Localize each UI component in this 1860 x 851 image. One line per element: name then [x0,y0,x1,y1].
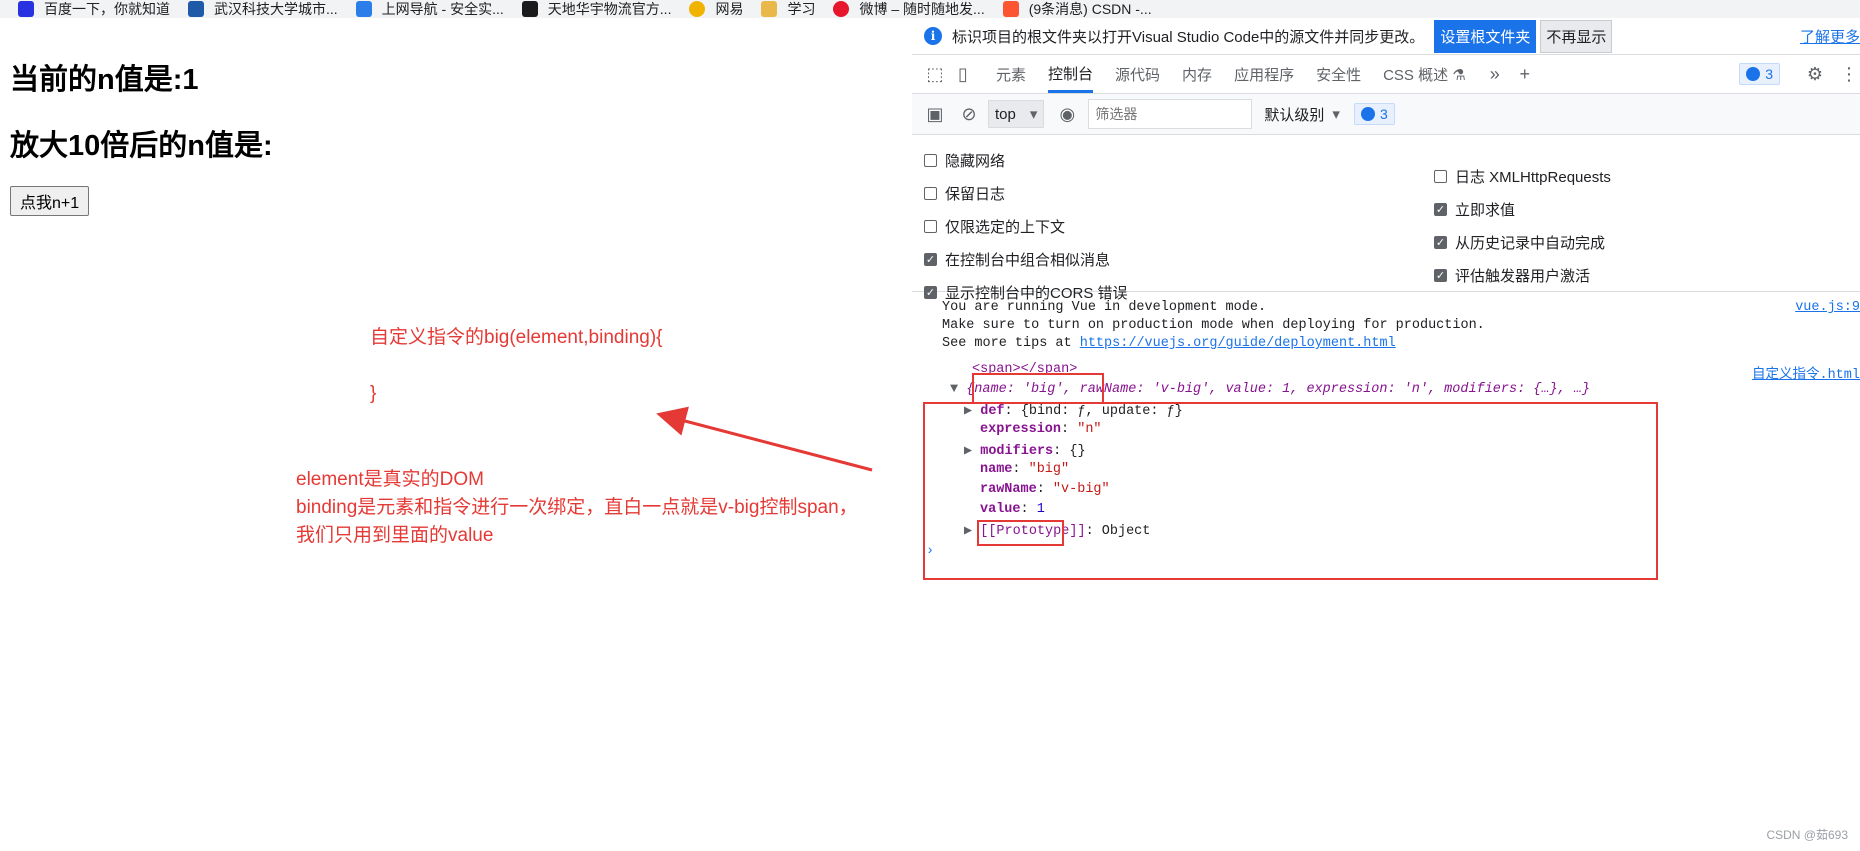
tab-elements[interactable]: 元素 [996,56,1026,93]
annotation-box-value [977,520,1064,546]
tab-application[interactable]: 应用程序 [1234,56,1294,93]
bookmark-csdn[interactable]: (9条消息) CSDN -... [1002,0,1152,18]
bookmark-wust[interactable]: 武汉科技大学城市... [188,0,338,18]
device-toolbar-icon[interactable]: ▯ [952,63,974,85]
setting-group-similar[interactable]: ✓ 在控制台中组合相似消息 [924,249,1110,270]
context-select[interactable]: top ▾ [988,100,1045,128]
vue-docs-link[interactable]: https://vuejs.org/guide/deployment.html [1080,336,1396,351]
vue-js-source-link[interactable]: vue.js:9 [1795,300,1860,315]
caret-down-icon: ▾ [1029,106,1038,123]
csdn-icon [1002,1,1019,17]
log-level-select[interactable]: 默认级别 ▾ [1264,104,1340,125]
sidebar-toggle-icon[interactable]: ▣ [924,103,946,125]
baidu-icon [18,1,34,17]
expand-down-icon[interactable]: ▼ [950,382,966,397]
increment-button[interactable]: 点我n+1 [10,186,90,216]
netease-icon [689,1,706,17]
setting-hide-network[interactable]: 隐藏网络 [924,150,1005,171]
folder-icon [761,1,778,17]
toolbar-issues-badge[interactable]: 3 [1353,103,1395,125]
customize-icon[interactable]: ⋮ [1838,63,1860,85]
setting-eager-eval[interactable]: ✓ 立即求值 [1434,199,1515,220]
console-toolbar: ▣ ⊘ top▾ ◉ 默认级别▾ 3 [912,94,1860,135]
filter-input[interactable] [1088,99,1253,129]
watermark: CSDN @茹693 [1766,828,1848,842]
bookmark-logistics[interactable]: 天地华宇物流官方... [521,0,671,18]
bookmark-study[interactable]: 学习 [761,0,815,18]
setting-selected-context-only[interactable]: 仅限选定的上下文 [924,216,1065,237]
page-content: 当前的n值是:1 放大10倍后的n值是: 点我n+1 自定义指令的big(ele… [0,18,912,851]
logistics-icon [521,1,538,17]
message-icon [1746,67,1761,81]
shield-icon [355,1,372,17]
annotation-directive-signature: 自定义指令的big(element,binding){ } [370,327,663,404]
learn-more-link[interactable]: 了解更多 [1800,26,1860,47]
check-icon: ✓ [924,286,937,299]
annotation-explanation: element是真实的DOM binding是元素和指令进行一次绑定，直白一点就… [296,469,858,546]
tab-security[interactable]: 安全性 [1316,56,1361,93]
check-icon: ✓ [924,253,937,266]
bookmarks-bar: 百度一下，你就知道 武汉科技大学城市... 上网导航 - 安全实... 天地华宇… [0,0,1860,18]
n-value-heading: 当前的n值是:1 [10,64,199,96]
inspect-icon[interactable]: ⬚ [924,63,946,85]
weibo-icon [833,1,850,17]
check-icon: ✓ [1434,269,1447,282]
annotation-box-binding [923,402,1658,580]
check-icon: ✓ [1434,236,1447,249]
tab-memory[interactable]: 内存 [1182,56,1212,93]
infobar-text: 标识项目的根文件夹以打开Visual Studio Code中的源文件并同步更改… [952,28,1425,46]
gear-icon[interactable]: ⚙ [1804,63,1826,85]
set-root-folder-button[interactable]: 设置根文件夹 [1434,19,1537,53]
devtools-infobar: i 标识项目的根文件夹以打开Visual Studio Code中的源文件并同步… [912,18,1860,55]
tab-console[interactable]: 控制台 [1048,55,1094,93]
console-vue-line-1: You are running Vue in development mode. [942,300,1267,315]
message-icon [1360,107,1375,121]
dont-show-again-button[interactable]: 不再显示 [1540,19,1613,53]
html-source-link[interactable]: 自定义指令.html [1752,362,1860,383]
setting-preserve-log[interactable]: 保留日志 [924,183,1005,204]
setting-autocomplete-history[interactable]: ✓ 从历史记录中自动完成 [1434,232,1605,253]
check-icon: ✓ [1434,203,1447,216]
console-settings: 隐藏网络 保留日志 仅限选定的上下文 ✓ 在控制台中组合相似消息 ✓ 显示控制台中的… [912,135,1860,302]
annotation-box-span [972,373,1104,404]
clear-console-icon[interactable]: ⊘ [958,103,980,125]
bookmark-baidu[interactable]: 百度一下，你就知道 [18,0,170,18]
tabbar-right: 3 ⚙ ⋮ [1739,55,1860,93]
bookmark-weibo[interactable]: 微博 – 随时随地发... [833,0,985,18]
more-tabs-icon[interactable]: » [1484,63,1506,85]
bookmark-nav[interactable]: 上网导航 - 安全实... [355,0,504,18]
console-vue-line-2: Make sure to turn on production mode whe… [942,318,1485,333]
setting-log-xhr[interactable]: 日志 XMLHttpRequests [1434,166,1611,187]
eye-icon[interactable]: ◉ [1056,103,1078,125]
tab-sources[interactable]: 源代码 [1115,56,1160,93]
bookmark-netease[interactable]: 网易 [689,0,743,18]
wust-icon [188,1,204,17]
setting-user-activation[interactable]: ✓ 评估触发器用户激活 [1434,265,1590,286]
info-icon: i [924,27,942,45]
console-vue-line-3: See more tips at https://vuejs.org/guide… [942,336,1396,351]
add-tab-icon[interactable]: + [1514,63,1536,85]
tab-css-overview[interactable]: CSS 概述 ⚗ [1383,56,1466,93]
caret-down-icon: ▾ [1332,106,1340,123]
big-value-heading: 放大10倍后的n值是: [10,130,273,162]
devtools-tabbar: ⬚ ▯ 元素 控制台 源代码 内存 应用程序 安全性 CSS 概述 ⚗ » + … [912,55,1860,94]
issues-badge[interactable]: 3 [1739,63,1780,85]
flask-icon: ⚗ [1452,66,1466,84]
